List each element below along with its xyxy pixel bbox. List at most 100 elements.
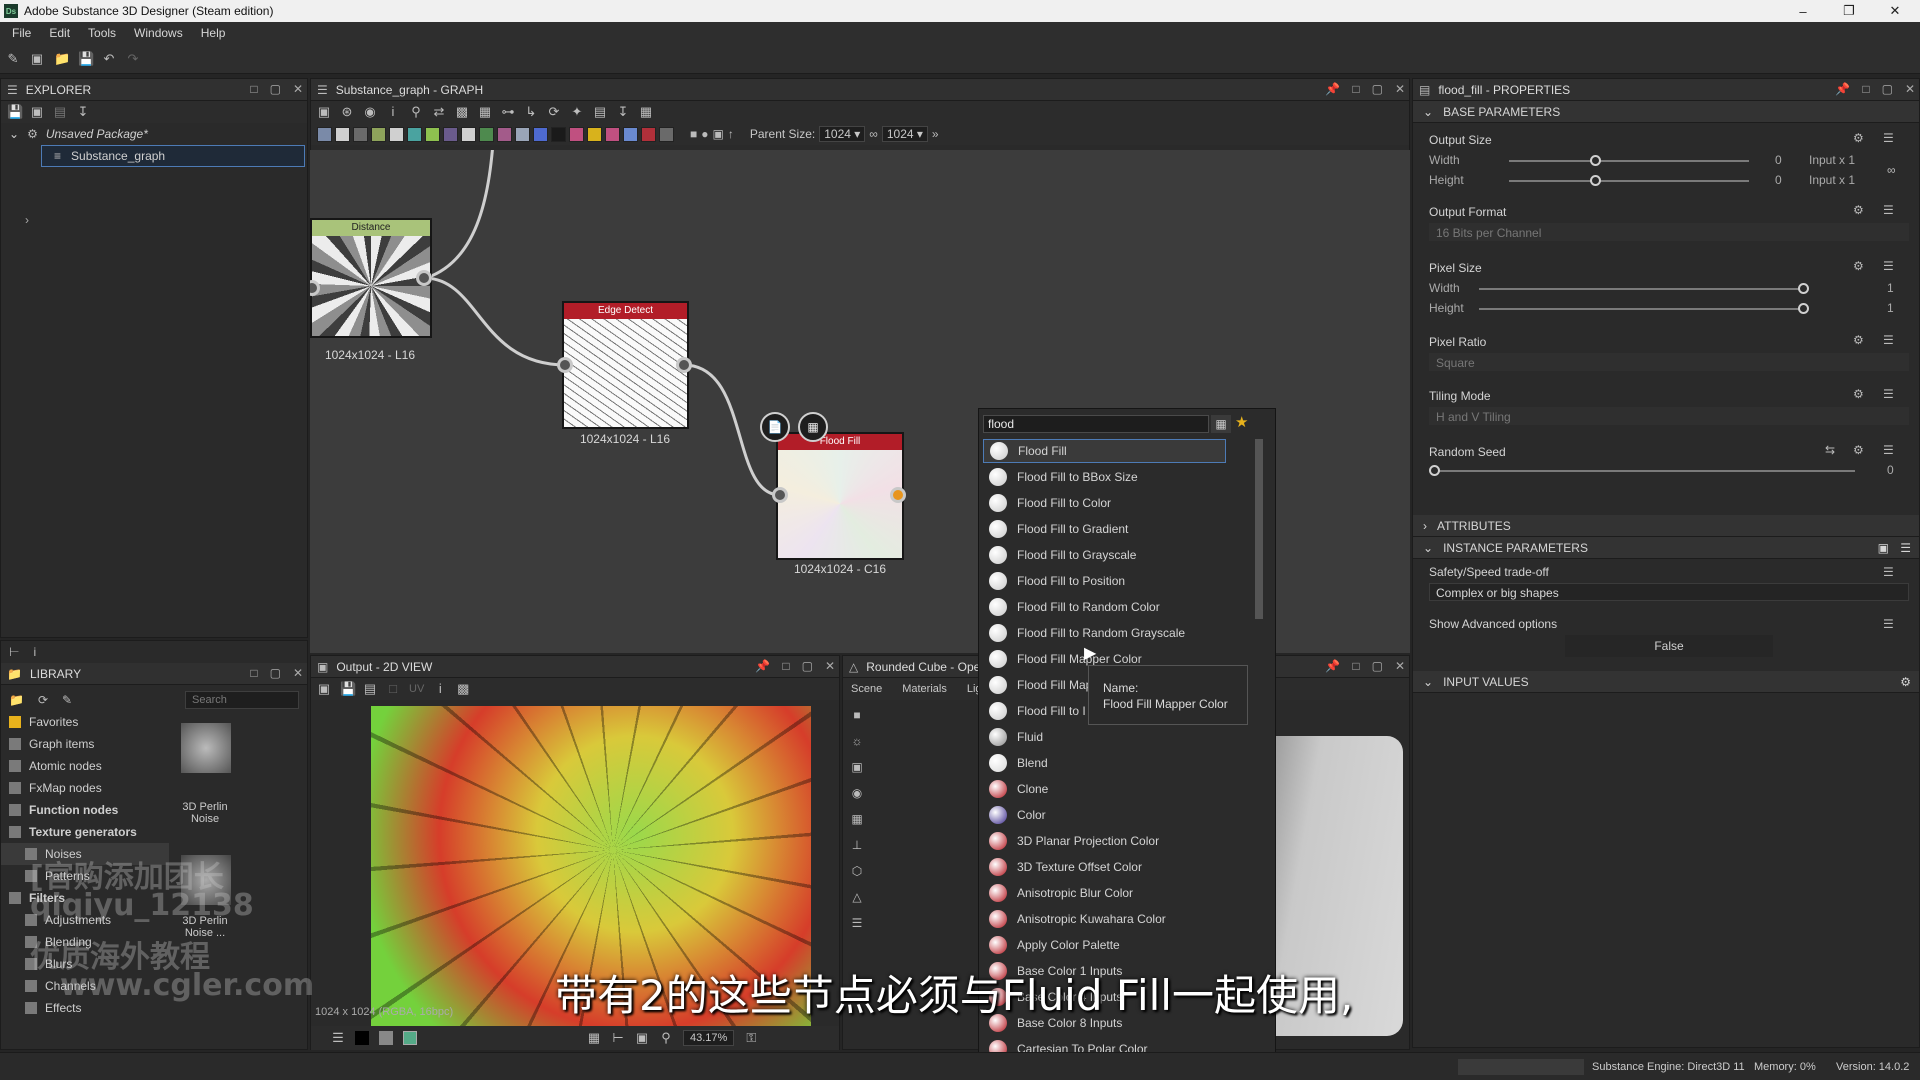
screenshot-icon[interactable]: ◉ (363, 105, 377, 119)
env-icon[interactable]: ▣ (851, 760, 862, 774)
close-panel-icon[interactable]: ✕ (1395, 82, 1405, 96)
node-search-input[interactable]: flood (983, 415, 1209, 433)
pixel-height-knob[interactable] (1798, 303, 1809, 314)
atomic-node-icon[interactable] (443, 126, 458, 142)
add-folder-icon[interactable]: 📁 (9, 693, 24, 707)
atomic-node-icon[interactable] (389, 126, 404, 142)
grid-icon[interactable]: ▦ (639, 105, 653, 119)
float-icon[interactable]: □ (1352, 82, 1359, 96)
frame-icon[interactable]: ▣ (317, 682, 331, 696)
output-height-knob[interactable] (1590, 175, 1601, 186)
menu-icon[interactable]: ☰ (1883, 333, 1894, 347)
library-category[interactable]: FxMap nodes (1, 777, 169, 799)
black-bg-icon[interactable] (355, 1031, 369, 1045)
comment-icon[interactable]: ■ (690, 127, 697, 141)
search-result-item[interactable]: 3D Texture Offset Color (983, 855, 1226, 879)
menu-icon[interactable]: ☰ (1883, 443, 1894, 457)
output-format-dropdown[interactable]: 16 Bits per Channel (1429, 223, 1909, 241)
zoom-field[interactable]: 43.17% (683, 1030, 735, 1046)
atomic-node-icon[interactable] (497, 126, 512, 142)
atomic-node-icon[interactable] (407, 126, 422, 142)
maximize-panel-icon[interactable]: ▢ (1372, 82, 1383, 96)
atomic-node-icon[interactable] (551, 126, 566, 142)
atomic-node-icon[interactable] (605, 126, 620, 142)
section-base-parameters[interactable]: ⌄ BASE PARAMETERS (1413, 101, 1919, 123)
library-search-input[interactable]: Search (185, 691, 299, 709)
tab-scene[interactable]: Scene (851, 683, 882, 695)
histogram-icon[interactable]: ▩ (456, 682, 470, 696)
node-edge-detect[interactable]: Edge Detect (562, 301, 689, 429)
library-category[interactable]: Graph items (1, 733, 169, 755)
atomic-node-icon[interactable] (641, 126, 656, 142)
more-icon[interactable]: » (932, 127, 939, 141)
search-result-item[interactable]: Flood Fill to Grayscale (983, 543, 1226, 567)
float-icon[interactable]: □ (1862, 82, 1869, 96)
checker-icon[interactable]: ▦ (798, 412, 828, 442)
uv-label[interactable]: UV (409, 683, 424, 695)
atomic-node-icon[interactable] (623, 126, 638, 142)
grid-icon[interactable]: ▦ (851, 812, 862, 826)
random-seed-value[interactable]: 0 (1887, 463, 1894, 477)
output-width-track[interactable] (1509, 160, 1749, 162)
mesh-icon[interactable]: ⬡ (852, 864, 862, 878)
axis-icon[interactable]: ⊥ (852, 838, 862, 852)
search-result-item[interactable]: Fluid (983, 725, 1226, 749)
info-icon[interactable]: i (433, 682, 447, 696)
pin-icon[interactable]: 📌 (1835, 82, 1850, 96)
navigation-icon[interactable]: ↑ (728, 127, 734, 141)
section-attributes[interactable]: › ATTRIBUTES (1413, 515, 1919, 537)
new-icon[interactable]: ▣ (30, 105, 44, 119)
new-package-icon[interactable]: ▣ (30, 51, 44, 66)
pixel-width-knob[interactable] (1798, 283, 1809, 294)
safety-dropdown[interactable]: Complex or big shapes (1429, 583, 1909, 601)
refresh-icon[interactable]: ⟳ (547, 105, 561, 119)
layout-icon[interactable]: ⇄ (432, 105, 446, 119)
inherit-icon[interactable]: ⚙ (1853, 333, 1864, 347)
output-width-value[interactable]: 0 (1775, 153, 1782, 167)
menu-icon[interactable]: ☰ (1883, 131, 1894, 145)
chevron-down-icon[interactable]: ⌄ (1423, 675, 1433, 689)
port-distance-out[interactable] (416, 270, 432, 286)
node-flood-fill[interactable]: Flood Fill (776, 432, 904, 560)
menu-file[interactable]: File (12, 26, 31, 40)
section-instance-parameters[interactable]: ⌄ INSTANCE PARAMETERS ▣ ☰ (1413, 537, 1919, 559)
chevron-down-icon[interactable]: ⌄ (1423, 541, 1433, 555)
inherit-icon[interactable]: ⚙ (1853, 259, 1864, 273)
library-category[interactable]: Function nodes (1, 799, 169, 821)
maximize-panel-icon[interactable]: ▢ (270, 666, 281, 680)
section-input-values[interactable]: ⌄ INPUT VALUES ⚙ (1413, 671, 1919, 693)
atomic-node-icon[interactable] (659, 126, 674, 142)
list-view-icon[interactable]: ▦ (1211, 415, 1231, 433)
close-panel-icon[interactable]: ✕ (293, 666, 303, 680)
inherit-icon[interactable]: ⚙ (1853, 387, 1864, 401)
close-panel-icon[interactable]: ✕ (1905, 82, 1915, 96)
search-result-item[interactable]: 3D Planar Projection Color (983, 829, 1226, 853)
save-icon[interactable]: 💾 (7, 105, 23, 119)
node-icon[interactable]: ▩ (455, 105, 469, 119)
atomic-node-icon[interactable] (371, 126, 386, 142)
menu-help[interactable]: Help (201, 26, 226, 40)
pixel-width-value[interactable]: 1 (1887, 281, 1894, 295)
tree-icon[interactable]: ⊢ (9, 645, 19, 659)
close-panel-icon[interactable]: ✕ (293, 82, 303, 96)
tiling-mode-dropdown[interactable]: H and V Tiling (1429, 407, 1909, 425)
edit-icon[interactable]: ✎ (62, 693, 72, 707)
search-scrollbar[interactable] (1255, 439, 1263, 619)
cube-icon[interactable]: △ (852, 890, 861, 904)
preset-icon[interactable]: ▣ (1878, 541, 1889, 555)
info-icon[interactable]: i (386, 105, 400, 119)
menu-windows[interactable]: Windows (134, 26, 183, 40)
pin-icon[interactable]: 📌 (755, 659, 770, 673)
pixel-width-track[interactable] (1479, 288, 1799, 290)
chevron-down-icon[interactable]: ⌄ (1423, 105, 1433, 119)
link-icon[interactable]: ⊶ (501, 105, 515, 119)
random-seed-track[interactable] (1435, 470, 1855, 472)
save-icon[interactable]: 💾 (78, 51, 94, 66)
graph-row[interactable]: ≡ Substance_graph (41, 145, 305, 167)
menu-edit[interactable]: Edit (49, 26, 70, 40)
render-icon[interactable]: ◉ (852, 786, 862, 800)
atomic-node-icon[interactable] (587, 126, 602, 142)
menu-icon[interactable]: ☰ (1883, 387, 1894, 401)
checker-bg-icon[interactable] (403, 1031, 417, 1045)
tab-materials[interactable]: Materials (902, 683, 947, 695)
